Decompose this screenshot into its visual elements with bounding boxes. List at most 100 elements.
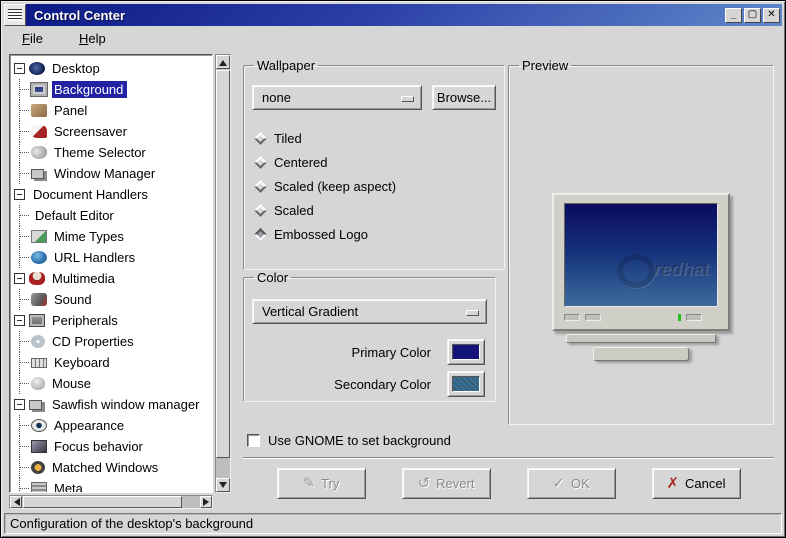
tree-item-label: Focus behavior bbox=[52, 438, 147, 455]
color-frame: Color Vertical Gradient Primary Color bbox=[243, 270, 496, 402]
maximize-button[interactable]: ▢ bbox=[744, 8, 761, 23]
menu-file[interactable]: File bbox=[18, 28, 47, 49]
sound-icon bbox=[31, 293, 47, 306]
tree-item-label: Mouse bbox=[50, 375, 95, 392]
try-label: Try bbox=[321, 476, 339, 491]
tree-item-sawfish-window-manager[interactable]: Sawfish window manager bbox=[12, 394, 212, 415]
gradient-dropdown[interactable]: Vertical Gradient bbox=[252, 299, 487, 324]
optionmenu-indicator-icon bbox=[466, 310, 479, 316]
monitor-bezel: redhat bbox=[552, 193, 730, 331]
radio-scaled[interactable]: Scaled bbox=[254, 198, 496, 222]
tree-item-label: Meta bbox=[52, 480, 87, 493]
scroll-up-button[interactable] bbox=[216, 55, 230, 69]
tree-expander-icon[interactable] bbox=[14, 63, 25, 74]
tree-item-panel[interactable]: Panel bbox=[12, 100, 212, 121]
tree-item-mime-types[interactable]: Mime Types bbox=[12, 226, 212, 247]
tree-item-label: Panel bbox=[52, 102, 91, 119]
titlebar-gradient[interactable]: Control Center _▢✕ bbox=[26, 4, 782, 26]
tree-expander-icon[interactable] bbox=[14, 315, 25, 326]
tree-item-keyboard[interactable]: Keyboard bbox=[12, 352, 212, 373]
secondary-color-swatch bbox=[452, 376, 480, 392]
url-icon bbox=[31, 251, 47, 264]
radio-label: Centered bbox=[274, 155, 327, 170]
scroll-right-button[interactable] bbox=[200, 496, 212, 508]
wallpaper-legend: Wallpaper bbox=[254, 58, 318, 73]
periph-icon bbox=[29, 314, 45, 327]
tree-expander-icon[interactable] bbox=[14, 273, 25, 284]
radio-embossed-logo[interactable]: Embossed Logo bbox=[254, 222, 496, 246]
tree-item-theme-selector[interactable]: Theme Selector bbox=[12, 142, 212, 163]
tree-item-url-handlers[interactable]: URL Handlers bbox=[12, 247, 212, 268]
scroll-left-button[interactable] bbox=[10, 496, 22, 508]
cancel-button[interactable]: ✗Cancel bbox=[652, 468, 741, 499]
menubar: File Help bbox=[4, 26, 782, 52]
tree-item-peripherals[interactable]: Peripherals bbox=[12, 310, 212, 331]
horizontal-scroll-thumb[interactable] bbox=[23, 496, 182, 508]
tree-item-cd-properties[interactable]: CD Properties bbox=[12, 331, 212, 352]
monitor-base bbox=[593, 347, 689, 361]
tree-connector bbox=[12, 79, 31, 100]
revert-icon: ↺ bbox=[418, 476, 431, 491]
try-button: ✎ Try bbox=[277, 468, 366, 499]
tree-expander-icon[interactable] bbox=[14, 189, 25, 200]
close-icon: ✕ bbox=[767, 10, 775, 20]
radio-scaled-keep-aspect-[interactable]: Scaled (keep aspect) bbox=[254, 174, 496, 198]
background-capplet: Wallpaper none Browse... Tiled Centered Sc… bbox=[238, 54, 782, 509]
tree-item-sound[interactable]: Sound bbox=[12, 289, 212, 310]
radio-centered[interactable]: Centered bbox=[254, 150, 496, 174]
wallpaper-dropdown-value: none bbox=[262, 90, 291, 105]
scroll-down-button[interactable] bbox=[216, 478, 230, 492]
tree-item-meta[interactable]: Meta bbox=[12, 478, 212, 493]
tree-item-multimedia[interactable]: Multimedia bbox=[12, 268, 212, 289]
monitor-controls bbox=[564, 311, 718, 323]
try-icon: ✎ bbox=[303, 476, 316, 491]
monitor-button-icon bbox=[686, 314, 702, 321]
control-center-window: Control Center _▢✕ FileHelp DesktopBackg… bbox=[0, 0, 786, 538]
tree-item-mouse[interactable]: Mouse bbox=[12, 373, 212, 394]
browse-button[interactable]: Browse... bbox=[432, 85, 496, 110]
use-gnome-checkbox[interactable] bbox=[247, 434, 260, 447]
tree-item-document-handlers[interactable]: Document Handlers bbox=[12, 184, 212, 205]
radio-label: Tiled bbox=[274, 131, 302, 146]
wallpaper-dropdown[interactable]: none bbox=[252, 85, 422, 110]
tree-item-label: Sawfish window manager bbox=[50, 396, 203, 413]
optionmenu-indicator-icon bbox=[401, 96, 414, 102]
vertical-scroll-thumb[interactable] bbox=[216, 70, 230, 458]
primary-color-button[interactable] bbox=[447, 339, 485, 365]
monitor-button-icon bbox=[585, 314, 601, 321]
radio-tiled[interactable]: Tiled bbox=[254, 126, 496, 150]
minimize-button[interactable]: _ bbox=[725, 8, 742, 23]
tree-item-screensaver[interactable]: Screensaver bbox=[12, 121, 212, 142]
wallpaper-frame: Wallpaper none Browse... Tiled Centered Sc… bbox=[243, 58, 505, 270]
tree-vertical-scrollbar[interactable] bbox=[215, 54, 231, 493]
cancel-label: Cancel bbox=[685, 476, 725, 491]
tree-horizontal-scrollbar[interactable] bbox=[9, 495, 213, 509]
tree-connector bbox=[12, 226, 31, 247]
meta-icon bbox=[31, 482, 47, 493]
tree-item-background[interactable]: Background bbox=[12, 79, 212, 100]
tree-item-window-manager[interactable]: Window Manager bbox=[12, 163, 212, 184]
secondary-color-button[interactable] bbox=[447, 371, 485, 397]
tree-item-label: CD Properties bbox=[50, 333, 138, 350]
tree-item-label: Document Handlers bbox=[31, 186, 152, 203]
tree-item-focus-behavior[interactable]: Focus behavior bbox=[12, 436, 212, 457]
monitor-screen: redhat bbox=[564, 203, 718, 307]
tree-item-default-editor[interactable]: Default Editor bbox=[12, 205, 212, 226]
mime-icon bbox=[31, 230, 47, 243]
tree-connector bbox=[12, 247, 31, 268]
tree-expander-icon[interactable] bbox=[14, 399, 25, 410]
tree-item-matched-windows[interactable]: Matched Windows bbox=[12, 457, 212, 478]
gnome-checkbox-row: Use GNOME to set background bbox=[243, 425, 774, 455]
close-button[interactable]: ✕ bbox=[763, 8, 780, 23]
tree-item-appearance[interactable]: Appearance bbox=[12, 415, 212, 436]
tree-item-label: Desktop bbox=[50, 60, 104, 77]
window-menu-button[interactable] bbox=[4, 4, 26, 26]
tree-item-label: Sound bbox=[52, 291, 96, 308]
monitor-neck bbox=[566, 334, 716, 343]
tree-connector bbox=[12, 457, 31, 478]
arrow-left-icon bbox=[10, 498, 20, 506]
tree-item-desktop[interactable]: Desktop bbox=[12, 58, 212, 79]
menu-help[interactable]: Help bbox=[75, 28, 110, 49]
tree-item-label: Theme Selector bbox=[52, 144, 150, 161]
background-icon bbox=[31, 83, 47, 96]
